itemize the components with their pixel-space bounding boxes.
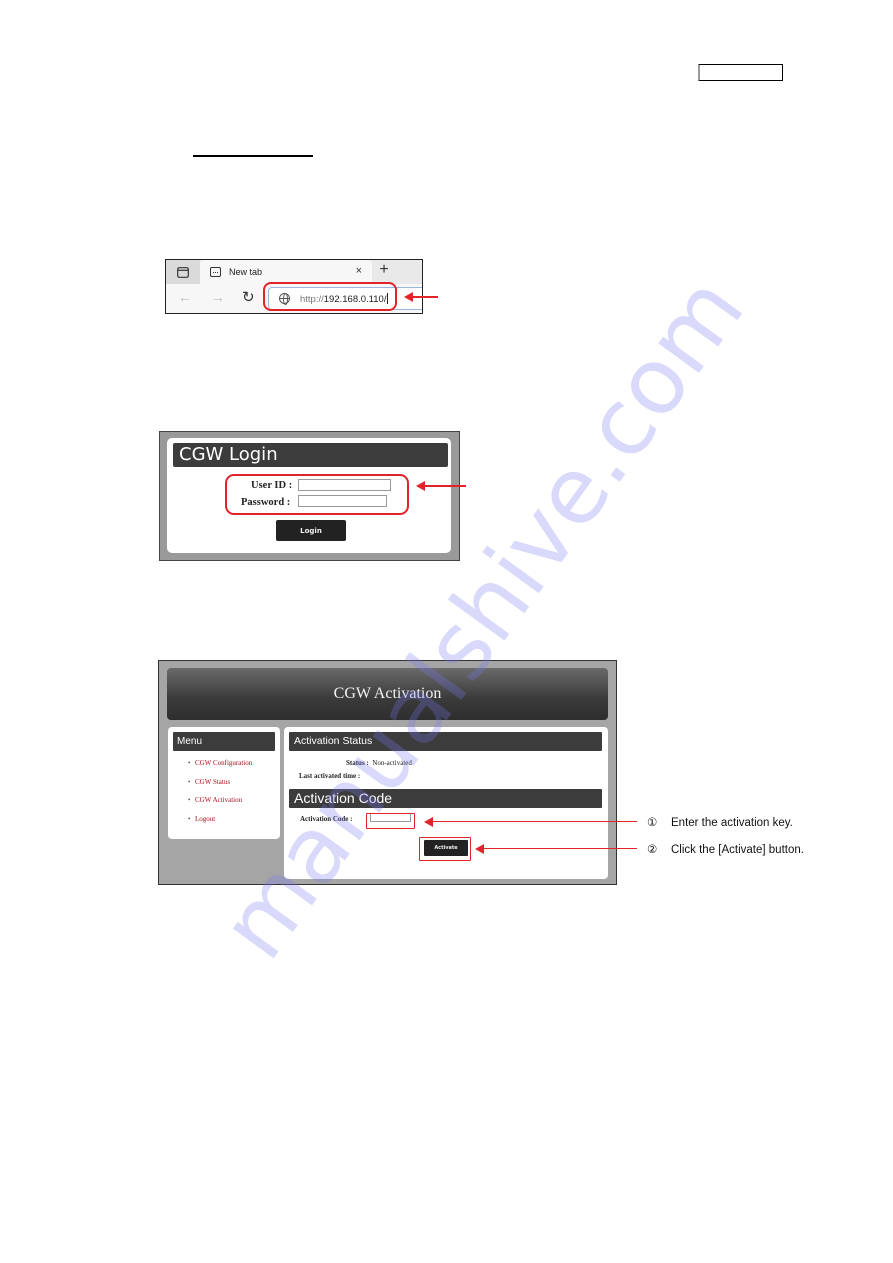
last-activated-label: Last activated time : xyxy=(299,772,361,780)
callout-text: Enter the activation key. xyxy=(671,817,793,829)
menu-item-cgw-status[interactable]: CGW Status xyxy=(188,778,252,797)
tab-actions-icon xyxy=(177,266,189,278)
back-arrow-icon[interactable]: ← xyxy=(178,289,192,305)
activation-code-heading: Activation Code xyxy=(289,789,602,808)
new-tab-page-icon xyxy=(210,267,221,277)
activation-screenshot: CGW Activation Menu CGW Configuration CG… xyxy=(158,660,617,885)
activation-code-label-row: Activation Code : xyxy=(300,815,353,823)
credentials-highlight-box xyxy=(225,474,409,515)
last-activated-row: Last activated time : xyxy=(299,772,362,780)
menu-list: CGW Configuration CGW Status CGW Activat… xyxy=(188,759,252,833)
login-pointer-arrow xyxy=(416,481,466,491)
url-pointer-arrow xyxy=(404,292,438,302)
menu-title: Menu xyxy=(173,732,275,751)
login-title: CGW Login xyxy=(173,443,448,467)
status-label: Status : xyxy=(346,759,369,767)
menu-item-logout[interactable]: Logout xyxy=(188,815,252,834)
activation-page-title: CGW Activation xyxy=(333,685,442,702)
underline-rule xyxy=(193,155,313,157)
url-highlight-box xyxy=(263,282,397,311)
login-button[interactable]: Login xyxy=(276,520,346,541)
activate-button-highlight-box xyxy=(419,837,471,861)
activation-code-label: Activation Code : xyxy=(300,815,353,823)
activation-header: CGW Activation xyxy=(167,668,608,720)
callout-number: ① xyxy=(647,817,658,829)
status-row: Status : Non-activated xyxy=(346,759,412,767)
status-value: Non-activated xyxy=(372,759,412,767)
header-label-box xyxy=(698,64,783,81)
callout-step-1: ① Enter the activation key. xyxy=(647,815,793,829)
browser-tab-bar: New tab × + xyxy=(166,260,422,284)
tab-label: New tab xyxy=(229,267,263,277)
menu-item-cgw-configuration[interactable]: CGW Configuration xyxy=(188,759,252,778)
activation-status-heading: Activation Status xyxy=(289,732,602,751)
close-tab-icon[interactable]: × xyxy=(356,265,362,277)
callout-text: Click the [Activate] button. xyxy=(671,844,804,856)
code-input-highlight-box xyxy=(366,813,415,829)
callout-number: ② xyxy=(647,844,658,856)
menu-panel: Menu CGW Configuration CGW Status CGW Ac… xyxy=(168,727,280,839)
new-tab-button[interactable]: + xyxy=(374,261,394,279)
code-pointer-arrow xyxy=(424,817,637,827)
menu-item-cgw-activation[interactable]: CGW Activation xyxy=(188,796,252,815)
activate-pointer-arrow xyxy=(475,844,637,854)
callout-step-2: ② Click the [Activate] button. xyxy=(647,842,804,856)
tab-new-tab[interactable]: New tab × xyxy=(200,260,372,284)
forward-arrow-icon[interactable]: → xyxy=(211,289,225,305)
tab-actions-button[interactable] xyxy=(166,260,200,284)
reload-icon[interactable]: ↻ xyxy=(242,288,255,306)
